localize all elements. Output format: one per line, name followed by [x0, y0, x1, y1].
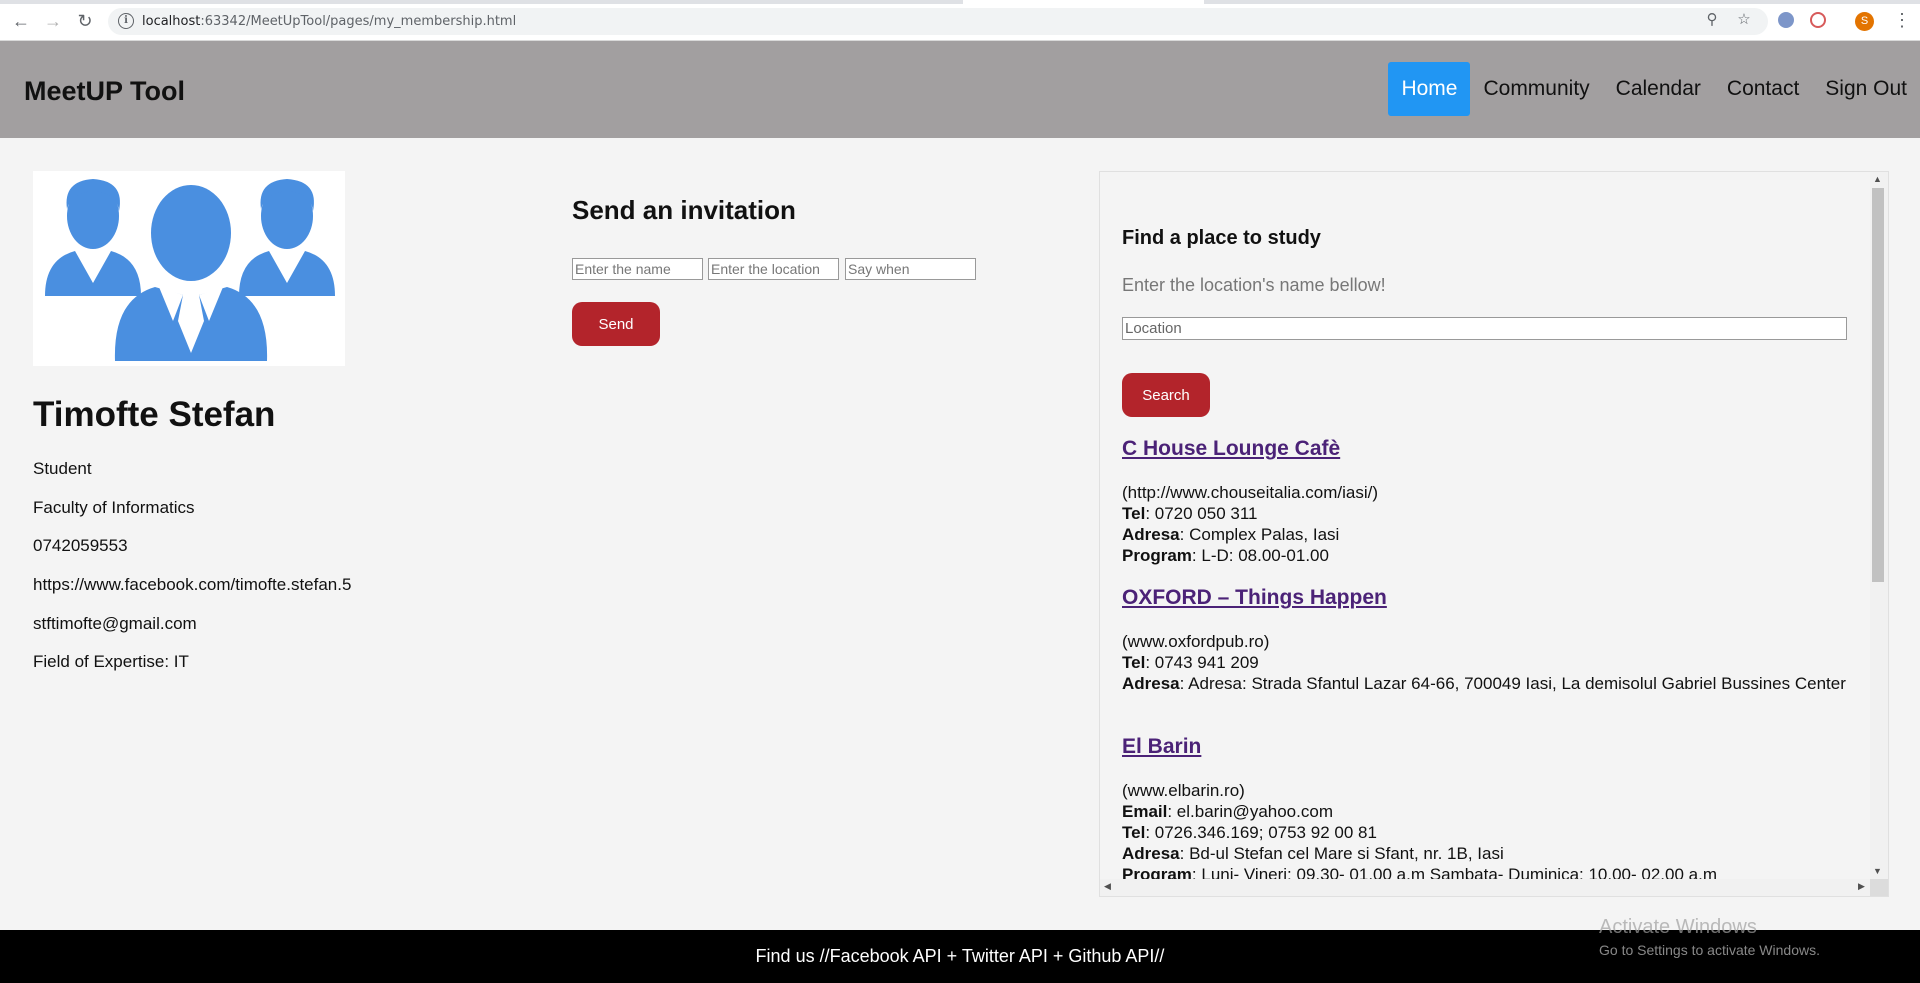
address-value: : Adresa: Strada Sfantul Lazar 64-66, 70… [1179, 674, 1846, 693]
invite-when-input[interactable] [845, 258, 976, 280]
study-location-input[interactable] [1122, 317, 1847, 340]
active-tab[interactable] [963, 0, 1204, 4]
scrollbar-corner [1870, 879, 1888, 896]
profile-phone: 0742059553 [33, 536, 128, 555]
tel-value: : 0720 050 311 [1145, 504, 1258, 523]
menu-kebab-icon[interactable]: ⋮ [1893, 11, 1911, 31]
nav-contact[interactable]: Contact [1714, 62, 1812, 116]
url-host: localhost [142, 14, 201, 29]
url-path: :63342/MeetUpTool/pages/my_membership.ht… [200, 14, 517, 29]
forward-arrow-icon[interactable]: → [42, 10, 64, 32]
place-address: Adresa: Complex Palas, Iasi [1122, 524, 1852, 545]
send-button[interactable]: Send [572, 302, 660, 346]
scroll-right-icon[interactable]: ▶ [1858, 881, 1865, 892]
place-email: Email: el.barin@yahoo.com [1122, 801, 1852, 822]
email-value: : el.barin@yahoo.com [1167, 802, 1333, 821]
bookmark-star-icon[interactable]: ☆ [1735, 11, 1753, 29]
brand-title[interactable]: MeetUP Tool [24, 76, 185, 107]
tel-value: : 0726.346.169; 0753 92 00 81 [1145, 823, 1377, 842]
tab-strip [0, 0, 1920, 4]
address-label: Adresa [1122, 674, 1180, 693]
scroll-left-icon[interactable]: ◀ [1104, 881, 1111, 892]
profile-expertise: Field of Expertise: IT [33, 652, 189, 671]
profile-facebook: https://www.facebook.com/timofte.stefan.… [33, 575, 352, 594]
windows-activation-title: Activate Windows [1599, 916, 1757, 938]
tel-label: Tel [1122, 823, 1146, 842]
scroll-down-icon[interactable]: ▼ [1873, 866, 1882, 876]
main-nav: Home Community Calendar Contact Sign Out [1388, 62, 1920, 116]
address-label: Adresa [1122, 525, 1180, 544]
study-title: Find a place to study [1122, 227, 1321, 249]
profile-faculty: Faculty of Informatics [33, 498, 195, 517]
study-subtitle: Enter the location's name bellow! [1122, 275, 1386, 295]
place-address: Adresa: Bd-ul Stefan cel Mare si Sfant, … [1122, 843, 1852, 864]
address-url[interactable]: localhost:63342/MeetUpTool/pages/my_memb… [142, 14, 516, 29]
profile-image [33, 171, 345, 366]
place-address: Adresa: Adresa: Strada Sfantul Lazar 64-… [1122, 673, 1852, 694]
place-site: (www.oxfordpub.ro) [1122, 632, 1270, 651]
invite-location-input[interactable] [708, 258, 839, 280]
place-link-oxford[interactable]: OXFORD – Things Happen [1122, 586, 1387, 610]
extension-icon[interactable] [1778, 12, 1794, 28]
profile-role: Student [33, 459, 92, 478]
place-tel: Tel: 0720 050 311 [1122, 503, 1852, 524]
tel-value: : 0743 941 209 [1145, 653, 1259, 672]
back-arrow-icon[interactable]: ← [10, 10, 32, 32]
address-value: : Bd-ul Stefan cel Mare si Sfant, nr. 1B… [1179, 844, 1504, 863]
nav-community[interactable]: Community [1470, 62, 1602, 116]
panel-horizontal-scrollbar[interactable]: ◀ ▶ [1100, 879, 1870, 896]
address-label: Adresa [1122, 844, 1180, 863]
browser-toolbar: ← → ↻ i localhost:63342/MeetUpTool/pages… [0, 0, 1920, 41]
place-program: Program: L-D: 08.00-01.00 [1122, 545, 1852, 566]
scroll-up-icon[interactable]: ▲ [1873, 174, 1882, 184]
nav-calendar[interactable]: Calendar [1603, 62, 1714, 116]
program-label: Program [1122, 546, 1192, 565]
nav-home[interactable]: Home [1388, 62, 1471, 116]
place-link-elbarin[interactable]: El Barin [1122, 735, 1201, 759]
nav-sign-out[interactable]: Sign Out [1812, 62, 1920, 116]
site-header: MeetUP Tool Home Community Calendar Cont… [0, 41, 1920, 138]
tel-label: Tel [1122, 504, 1146, 523]
search-button[interactable]: Search [1122, 373, 1210, 417]
zoom-icon[interactable]: ⚲ [1703, 11, 1721, 29]
site-info-icon[interactable]: i [118, 13, 134, 29]
email-label: Email [1122, 802, 1168, 821]
profile-email: stftimofte@gmail.com [33, 614, 197, 633]
address-bar[interactable]: i localhost:63342/MeetUpTool/pages/my_me… [108, 8, 1768, 35]
place-site: (http://www.chouseitalia.com/iasi/) [1122, 483, 1379, 502]
reload-icon[interactable]: ↻ [74, 10, 96, 32]
address-value: : Complex Palas, Iasi [1179, 525, 1340, 544]
adblock-extension-icon[interactable] [1810, 12, 1826, 28]
invite-name-input[interactable] [572, 258, 703, 280]
scrollbar-thumb[interactable] [1872, 188, 1884, 582]
place-tel: Tel: 0726.346.169; 0753 92 00 81 [1122, 822, 1852, 843]
place-link-chouse[interactable]: C House Lounge Cafè [1122, 437, 1340, 461]
place-tel: Tel: 0743 941 209 [1122, 652, 1852, 673]
group-people-icon [45, 179, 335, 361]
invitation-title: Send an invitation [572, 195, 796, 225]
place-site: (www.elbarin.ro) [1122, 781, 1245, 800]
windows-activation-subtitle: Go to Settings to activate Windows. [1599, 942, 1820, 958]
tel-label: Tel [1122, 653, 1146, 672]
profile-name: Timofte Stefan [33, 395, 276, 434]
profile-avatar[interactable]: S [1855, 12, 1874, 31]
program-value: : L-D: 08.00-01.00 [1191, 546, 1329, 565]
panel-vertical-scrollbar[interactable]: ▲ ▼ [1870, 172, 1888, 879]
study-panel[interactable]: Find a place to study Enter the location… [1099, 171, 1889, 897]
